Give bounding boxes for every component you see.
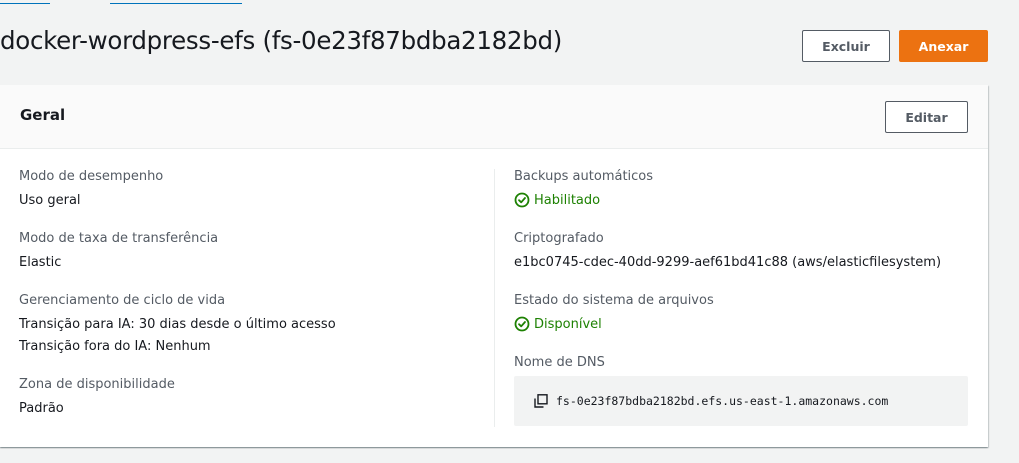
delete-button[interactable]: Excluir [802,30,890,62]
breadcrumb-link[interactable] [110,0,242,4]
performance-mode-value: Uso geral [19,193,81,208]
lifecycle-transition-out-ia-value: Transição fora do IA: Nenhum [19,339,211,354]
encrypted-value: e1bc0745-cdec-40dd-9299-aef61bd41c88 (aw… [514,255,942,270]
performance-mode-label: Modo de desempenho [19,169,164,184]
attach-button[interactable]: Anexar [899,30,988,62]
breadcrumb-link[interactable] [0,0,50,4]
file-system-state-value: Disponível [534,316,602,332]
throughput-mode-label: Modo de taxa de transferência [19,231,219,246]
lifecycle-management-label: Gerenciamento de ciclo de vida [19,293,226,308]
dns-name-box: fs-0e23f87bdba2182bd.efs.us-east-1.amazo… [514,376,968,426]
breadcrumb-separator-icon: › [90,0,94,4]
panel-header: Geral Editar [0,85,988,149]
panel-title: Geral [20,106,66,124]
check-circle-icon [514,192,530,208]
automatic-backups-label: Backups automáticos [514,169,654,184]
availability-zone-label: Zona de disponibilidade [19,377,175,392]
page-title: docker-wordpress-efs (fs-0e23f87bdba2182… [0,26,562,55]
availability-zone-value: Padrão [19,401,64,416]
encrypted-label: Criptografado [514,231,604,246]
file-system-state-label: Estado do sistema de arquivos [514,293,714,308]
dns-name-value: fs-0e23f87bdba2182bd.efs.us-east-1.amazo… [556,394,889,408]
page: › › docker-wordpress-efs (fs-0e23f87bdba… [0,0,1019,463]
copy-icon[interactable] [534,394,548,408]
dns-name-label: Nome de DNS [514,355,605,370]
throughput-mode-value: Elastic [19,255,62,270]
general-panel: Geral Editar Modo de desempenho Uso gera… [0,85,988,447]
column-divider [494,169,495,427]
automatic-backups-value: Habilitado [534,192,601,208]
check-circle-icon [514,316,530,332]
file-system-state-status: Disponível [514,316,602,332]
automatic-backups-status: Habilitado [514,192,600,208]
lifecycle-transition-ia-value: Transição para IA: 30 dias desde o últim… [19,317,336,332]
breadcrumb-separator-icon: › [256,0,260,4]
edit-button[interactable]: Editar [885,101,968,133]
